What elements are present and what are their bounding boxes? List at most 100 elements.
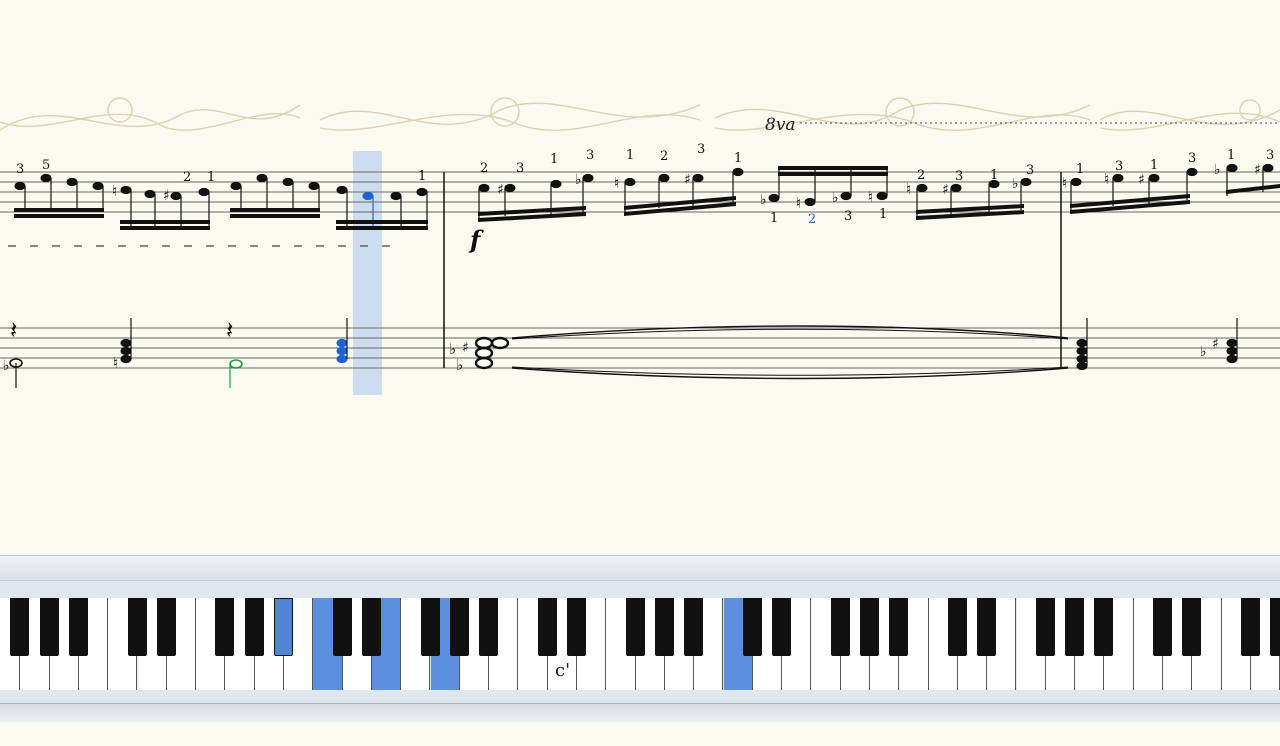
black-key[interactable] — [244, 598, 264, 656]
svg-text:♯: ♯ — [1212, 336, 1219, 352]
score-view[interactable]: ♮ ♯ ♯ ♭ ♮ ♯ ♭ ♮ ♭ ♮ ♮ ♯ ♭ ♮ ♮ ♯ ♭ ♯ 𝄽 ♭ … — [0, 0, 1280, 555]
svg-text:♮: ♮ — [1062, 174, 1067, 192]
fingering: 1 — [207, 170, 215, 185]
note-group-3 — [230, 173, 320, 218]
black-key[interactable] — [68, 598, 88, 656]
black-key[interactable] — [1240, 598, 1260, 656]
fingering: 1 — [626, 148, 634, 163]
svg-text:♮: ♮ — [1104, 170, 1109, 188]
black-key[interactable] — [830, 598, 850, 656]
black-key[interactable] — [889, 598, 909, 656]
svg-text:♮: ♮ — [868, 188, 873, 206]
fingering: 5 — [42, 158, 50, 173]
black-key[interactable] — [1065, 598, 1085, 656]
svg-text:♯: ♯ — [942, 182, 949, 198]
svg-text:♯: ♯ — [684, 172, 691, 188]
fingering: 3 — [1026, 163, 1034, 178]
black-key[interactable] — [10, 598, 30, 656]
note-group-5: ♯♭ — [478, 172, 594, 222]
fingering: 2 — [480, 161, 488, 176]
black-key[interactable] — [947, 598, 967, 656]
svg-text:♮: ♮ — [906, 180, 911, 198]
black-key[interactable] — [449, 598, 469, 656]
fingering: 2 — [183, 170, 191, 185]
fingerings: 3 5 2 1 1 2 3 1 3 1 2 3 1 2 3 1 1 2 3 1 … — [16, 142, 1274, 227]
fingering: 1 — [1076, 162, 1084, 177]
bass-staff — [0, 327, 1280, 369]
note-group-2: ♮ ♯ — [112, 182, 210, 230]
black-key[interactable] — [977, 598, 997, 656]
piano-keyboard[interactable]: c' — [0, 598, 1280, 746]
svg-text:♮: ♮ — [112, 182, 117, 200]
black-key[interactable] — [1182, 598, 1202, 656]
svg-text:♭: ♭ — [760, 192, 767, 208]
barlines — [443, 172, 1062, 368]
fingering: 3 — [1188, 151, 1196, 166]
svg-text:♯: ♯ — [1254, 162, 1261, 178]
fingering: 2 — [917, 168, 925, 183]
fingering: 1 — [734, 151, 742, 166]
fingering: 3 — [844, 209, 852, 224]
black-key[interactable] — [1270, 598, 1280, 656]
svg-text:♭: ♭ — [575, 172, 582, 188]
svg-text:♯: ♯ — [462, 340, 469, 356]
svg-text:♮: ♮ — [113, 354, 118, 372]
black-key[interactable] — [156, 598, 176, 656]
note-group-10: ♭ ♯ — [1214, 162, 1280, 196]
black-key[interactable] — [1153, 598, 1172, 656]
note-group-1 — [14, 173, 104, 218]
black-key[interactable] — [537, 598, 557, 656]
fingering: 1 — [1150, 158, 1158, 173]
black-key[interactable] — [1035, 598, 1055, 656]
black-key[interactable] — [127, 598, 147, 656]
svg-text:♭: ♭ — [832, 190, 839, 206]
black-key[interactable] — [625, 598, 645, 656]
keyboard-bottom-bar — [0, 703, 1280, 722]
black-key[interactable] — [742, 598, 762, 656]
svg-text:♭: ♭ — [1214, 162, 1221, 178]
svg-text:♯: ♯ — [163, 188, 170, 204]
black-key[interactable] — [332, 598, 352, 656]
fingering: 2 — [660, 149, 668, 164]
dynamic-marking: f — [468, 225, 484, 254]
note-group-7: ♭ ♮ ♭ ♮ — [760, 166, 888, 212]
fingering: 3 — [1266, 148, 1274, 163]
black-key[interactable] — [654, 598, 674, 656]
bass-notes: 𝄽 ♭ ♮ 𝄽 ♭ ♯♭ ♭ ♯ — [3, 316, 1238, 388]
black-key[interactable] — [860, 598, 879, 656]
black-key[interactable] — [684, 598, 704, 656]
svg-text:♯: ♯ — [497, 182, 504, 198]
svg-text:♮: ♮ — [796, 194, 801, 212]
fingering: 1 — [550, 152, 558, 167]
piano-keyboard-panel: c' — [0, 555, 1280, 722]
black-key[interactable] — [361, 598, 381, 656]
svg-text:♭: ♭ — [1012, 176, 1019, 192]
svg-text:♭: ♭ — [3, 358, 10, 374]
black-key-active[interactable] — [274, 598, 293, 656]
black-key[interactable] — [479, 598, 499, 656]
middle-c-label: c' — [555, 660, 571, 681]
keyboard-toolbar — [0, 556, 1280, 581]
fingering: 2 — [808, 212, 816, 227]
black-key[interactable] — [1094, 598, 1114, 656]
ornament-flourish — [0, 97, 1280, 131]
svg-text:♯: ♯ — [1138, 172, 1145, 188]
fingering: 1 — [990, 168, 998, 183]
octave-marking: 8va — [765, 115, 796, 135]
fingering: 1 — [418, 169, 426, 184]
fingering: 3 — [697, 142, 705, 157]
svg-text:♭: ♭ — [1200, 344, 1207, 360]
fingering: 1 — [770, 211, 778, 226]
black-key[interactable] — [39, 598, 59, 656]
black-key[interactable] — [420, 598, 440, 656]
svg-text:𝄽: 𝄽 — [226, 316, 233, 344]
black-key[interactable] — [772, 598, 792, 656]
svg-text:𝄽: 𝄽 — [10, 316, 17, 344]
svg-text:♭: ♭ — [456, 356, 463, 374]
fingering: 3 — [1115, 159, 1123, 174]
fingering: 1 — [879, 207, 887, 222]
black-key[interactable] — [567, 598, 586, 656]
black-key[interactable] — [215, 598, 235, 656]
fingering: 3 — [955, 169, 963, 184]
svg-text:♮: ♮ — [614, 174, 619, 192]
